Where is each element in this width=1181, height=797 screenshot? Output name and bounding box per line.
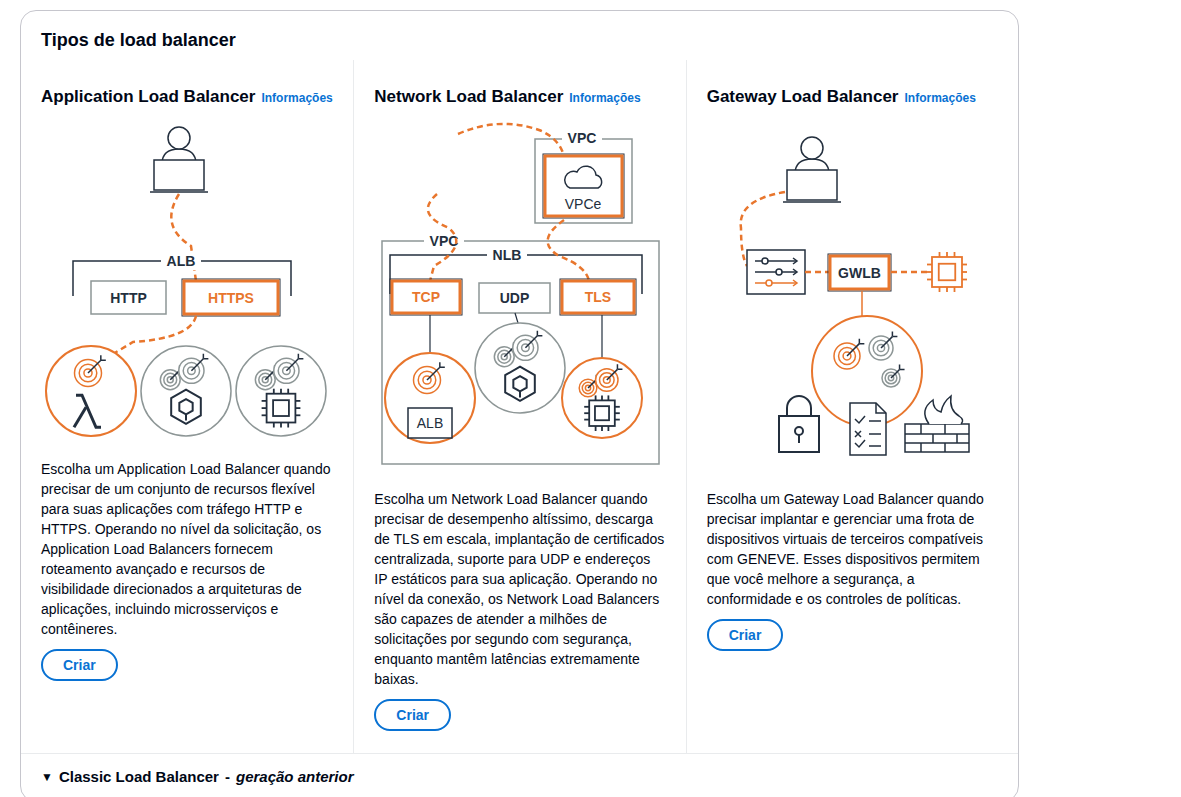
target-icon [513, 331, 543, 361]
policy-icon [747, 250, 805, 294]
panel-title: Tipos de load balancer [21, 11, 1018, 51]
alb-frame-label: ALB [161, 252, 201, 270]
document-icon [850, 403, 886, 455]
target-group: ALB [385, 353, 475, 443]
card-grid: Application Load BalancerInformações ALB H… [21, 60, 1018, 753]
nlb-frame-label-text: NLB [493, 247, 522, 263]
traffic-path [891, 271, 927, 274]
listener-label: TLS [585, 289, 611, 305]
card-title: Network Load BalancerInformações [374, 86, 665, 108]
listener-box: HTTPS [182, 279, 280, 316]
lock-icon [779, 396, 819, 452]
alb-frame-label-text: ALB [167, 253, 196, 269]
firewall-icon [905, 396, 969, 452]
traffic-path [428, 194, 456, 281]
user-icon [783, 137, 841, 202]
target-icon [596, 364, 623, 391]
traffic-path [805, 271, 830, 274]
instance-icon [262, 389, 301, 428]
traffic-path [548, 220, 589, 281]
classic-separator: - [225, 768, 230, 785]
info-link[interactable]: Informações [261, 88, 332, 108]
container-icon [506, 367, 536, 401]
info-link[interactable]: Informações [569, 88, 640, 108]
listener-label: HTTP [110, 290, 147, 306]
traffic-path [458, 124, 564, 156]
card-title: Gateway Load BalancerInformações [707, 86, 998, 108]
listener-box: HTTP [91, 281, 166, 314]
target-icon [882, 364, 905, 387]
vpc-frame [382, 241, 659, 464]
endpoint-vpc-frame [535, 139, 632, 223]
gwlb-diagram: GWLB [707, 116, 998, 471]
alb-label: ALB [417, 415, 443, 431]
nlb-diagram: VPC VPC VPCe NLB TCP UDP TLS ALB [374, 116, 665, 471]
card-description: Escolha um Application Load Balancer qua… [41, 459, 333, 639]
listener-box: TCP [390, 279, 462, 315]
target-group [475, 323, 565, 413]
load-balancer-card: Network Load BalancerInformaçõesVPCVPCVP… [353, 60, 685, 753]
classic-expander[interactable]: ▼ Classic Load Balancer-geração anterior [21, 753, 1018, 797]
target-icon [274, 354, 304, 384]
card-title: Application Load BalancerInformações [41, 86, 333, 108]
listener-box: TLS [560, 279, 636, 315]
load-balancer-types-panel: Tipos de load balancer Application Load B… [20, 10, 1019, 797]
gwlb-label: GWLB [838, 265, 881, 281]
card-description: Escolha um Network Load Balancer quando … [374, 489, 665, 689]
endpoint-label: VPCe [565, 196, 602, 212]
page: Tipos de load balancer Application Load B… [0, 0, 1181, 797]
target-group [141, 346, 231, 436]
lambda-icon [74, 395, 101, 427]
vpc-label: VPC [424, 232, 464, 250]
alb-diagram: ALB HTTP HTTPS [41, 116, 332, 441]
caret-icon: ▼ [41, 770, 53, 784]
load-balancer-card: Gateway Load BalancerInformações GWLB Esco… [686, 60, 1018, 753]
create-button[interactable]: Criar [41, 649, 118, 681]
target-icon [834, 339, 864, 369]
classic-note: geração anterior [236, 768, 354, 785]
info-link[interactable]: Informações [904, 88, 975, 108]
instance-icon [927, 252, 967, 292]
classic-label: Classic Load Balancer [59, 768, 219, 785]
vpc-endpoint: VPCe [543, 154, 624, 218]
create-button[interactable]: Criar [707, 619, 784, 651]
target-icon [179, 354, 209, 384]
card-description: Escolha um Gateway Load Balancer quando … [707, 489, 998, 609]
listener-box: UDP [479, 283, 550, 313]
create-button[interactable]: Criar [374, 699, 451, 731]
nlb-frame-label: NLB [487, 246, 527, 264]
user-icon [150, 127, 208, 192]
target-icon [75, 355, 106, 386]
vpc-label-text: VPC [430, 233, 459, 249]
endpoint-vpc-label-text: VPC [568, 130, 597, 146]
container-icon [171, 390, 201, 424]
endpoint-vpc-label: VPC [562, 129, 602, 147]
target-group [46, 346, 136, 436]
gwlb-link [861, 291, 863, 317]
instance-icon [585, 395, 621, 431]
cloud-icon [565, 166, 602, 188]
listener-label: TCP [412, 289, 440, 305]
target-group [562, 358, 642, 438]
target-icon [869, 332, 897, 360]
load-balancer-card: Application Load BalancerInformações ALB H… [21, 60, 353, 753]
target-group [236, 346, 326, 436]
listener-label: UDP [500, 290, 530, 306]
alb-box: ALB [408, 408, 452, 438]
gwlb-box: GWLB [828, 254, 891, 291]
target-icon [414, 362, 445, 393]
listener-label: HTTPS [208, 290, 254, 306]
